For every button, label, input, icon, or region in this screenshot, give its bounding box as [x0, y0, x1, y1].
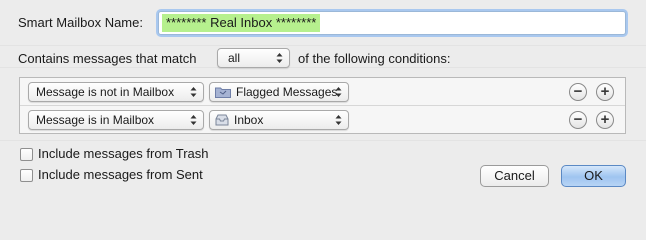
inbox-tray-icon: [215, 114, 229, 126]
cancel-button[interactable]: Cancel: [480, 165, 549, 187]
include-sent-label: Include messages from Sent: [38, 167, 203, 182]
condition-1-criterion-value: Message is not in Mailbox: [36, 85, 175, 99]
match-prefix-label: Contains messages that match: [18, 51, 197, 66]
match-type-popup[interactable]: all: [217, 48, 290, 68]
mailbox-name-label: Smart Mailbox Name:: [18, 15, 143, 30]
condition-divider: [20, 105, 625, 106]
condition-2-criterion-value: Message is in Mailbox: [36, 113, 155, 127]
match-suffix-label: of the following conditions:: [298, 51, 451, 66]
backdrop-line: [0, 140, 646, 141]
condition-1-add-button[interactable]: +: [596, 83, 614, 101]
ok-button[interactable]: OK: [561, 165, 626, 187]
popup-arrows-icon: [190, 87, 197, 97]
condition-1-criterion-popup[interactable]: Message is not in Mailbox: [28, 82, 204, 102]
condition-2-remove-button[interactable]: −: [569, 111, 587, 129]
match-type-value: all: [228, 51, 241, 65]
mailbox-name-input[interactable]: ******** Real Inbox ********: [158, 11, 626, 35]
condition-2-add-button[interactable]: +: [596, 111, 614, 129]
popup-arrows-icon: [335, 115, 342, 125]
popup-arrows-icon: [190, 115, 197, 125]
condition-2-mailbox-value: Inbox: [234, 113, 264, 127]
include-trash-checkbox[interactable]: [20, 148, 33, 161]
include-sent-checkbox[interactable]: [20, 169, 33, 182]
backdrop-line: [0, 45, 646, 46]
popup-arrows-icon: [276, 53, 283, 63]
condition-1-mailbox-value: Flagged Messages: [236, 85, 338, 99]
condition-2-mailbox-popup[interactable]: Inbox: [209, 110, 349, 130]
popup-arrows-icon: [335, 87, 342, 97]
condition-2-criterion-popup[interactable]: Message is in Mailbox: [28, 110, 204, 130]
condition-1-remove-button[interactable]: −: [569, 83, 587, 101]
backdrop-line: [0, 67, 646, 68]
condition-1-mailbox-popup[interactable]: Flagged Messages: [209, 82, 349, 102]
folder-icon: [215, 87, 231, 98]
mailbox-name-value: ******** Real Inbox ********: [162, 14, 321, 32]
include-trash-label: Include messages from Trash: [38, 146, 209, 161]
